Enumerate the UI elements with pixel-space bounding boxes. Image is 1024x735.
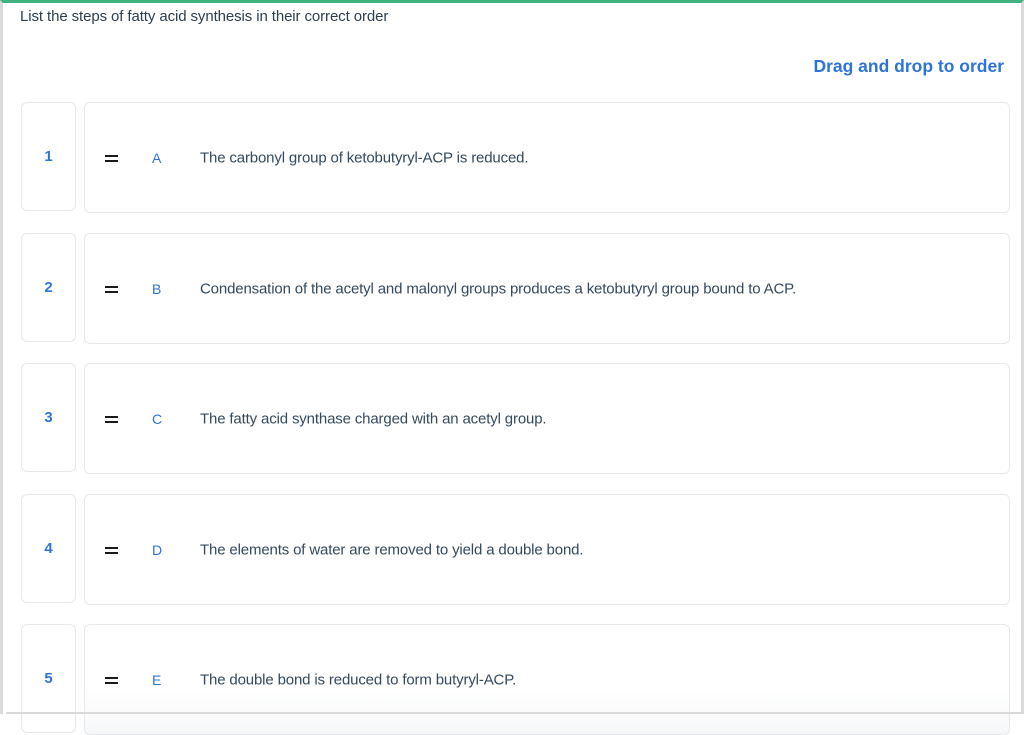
item-text: The double bond is reduced to form butyr… bbox=[200, 671, 517, 688]
draggable-item[interactable]: E The double bond is reduced to form but… bbox=[84, 624, 1010, 735]
item-text: Condensation of the acetyl and malonyl g… bbox=[200, 280, 797, 297]
position-number: 4 bbox=[21, 494, 76, 603]
drag-drop-instruction: Drag and drop to order bbox=[813, 56, 1004, 76]
item-letter: B bbox=[152, 280, 162, 297]
drag-handle-icon[interactable] bbox=[105, 546, 118, 554]
drag-handle-icon[interactable] bbox=[105, 415, 118, 423]
item-text: The fatty acid synthase charged with an … bbox=[200, 410, 547, 427]
question-title: List the steps of fatty acid synthesis i… bbox=[20, 8, 389, 25]
list-item: 4 D The elements of water are removed to… bbox=[21, 494, 1010, 605]
draggable-item[interactable]: C The fatty acid synthase charged with a… bbox=[84, 363, 1010, 474]
drag-handle-icon[interactable] bbox=[105, 676, 118, 684]
position-number: 1 bbox=[21, 102, 76, 211]
position-number: 5 bbox=[21, 624, 76, 733]
drag-handle-icon[interactable] bbox=[105, 154, 118, 162]
list-item: 1 A The carbonyl group of ketobutyryl-AC… bbox=[21, 102, 1010, 213]
position-number: 2 bbox=[21, 233, 76, 342]
draggable-item[interactable]: D The elements of water are removed to y… bbox=[84, 494, 1010, 605]
list-item: 3 C The fatty acid synthase charged with… bbox=[21, 363, 1010, 474]
item-letter: D bbox=[152, 541, 163, 558]
list-item: 5 E The double bond is reduced to form b… bbox=[21, 624, 1010, 735]
item-text: The elements of water are removed to yie… bbox=[200, 541, 584, 558]
item-letter: A bbox=[152, 149, 162, 166]
draggable-item[interactable]: B Condensation of the acetyl and malonyl… bbox=[84, 233, 1010, 344]
draggable-item[interactable]: A The carbonyl group of ketobutyryl-ACP … bbox=[84, 102, 1010, 213]
position-number: 3 bbox=[21, 363, 76, 472]
item-text: The carbonyl group of ketobutyryl-ACP is… bbox=[200, 149, 529, 166]
list-item: 2 B Condensation of the acetyl and malon… bbox=[21, 233, 1010, 344]
item-letter: E bbox=[152, 671, 162, 688]
question-panel: List the steps of fatty acid synthesis i… bbox=[0, 0, 1024, 735]
item-letter: C bbox=[152, 410, 163, 427]
drag-handle-icon[interactable] bbox=[105, 285, 118, 293]
